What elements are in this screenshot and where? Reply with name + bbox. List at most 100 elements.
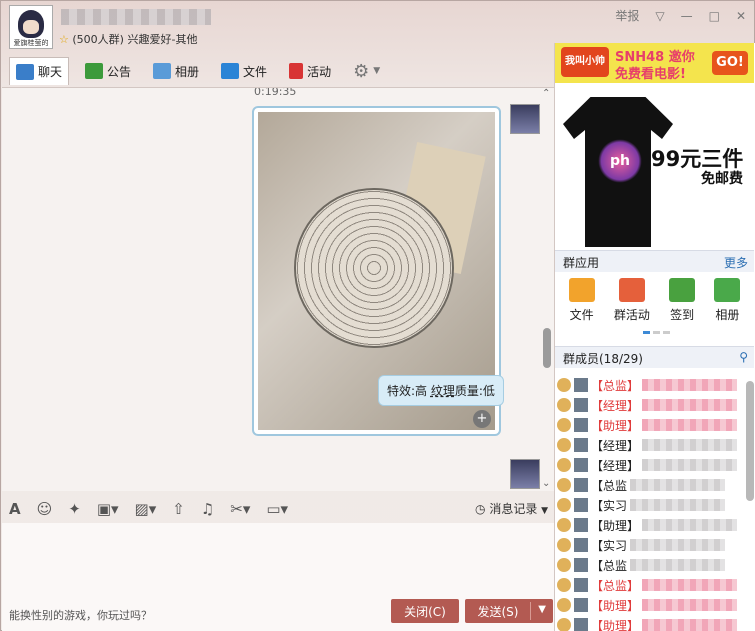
send-button[interactable]: 发送(S) ▼ bbox=[465, 599, 553, 623]
group-category[interactable]: 兴趣爱好-其他 bbox=[127, 33, 197, 46]
user-avatar[interactable] bbox=[510, 104, 540, 134]
maximize-icon[interactable]: □ bbox=[709, 9, 720, 23]
activity-icon bbox=[618, 278, 645, 302]
app-pager[interactable] bbox=[643, 331, 670, 334]
member-row[interactable]: 【总监】 bbox=[555, 575, 745, 595]
movie-ad-banner[interactable]: 我叫小帅 SNH48 邀你 免费看电影! GO! bbox=[555, 43, 754, 83]
member-name bbox=[630, 479, 726, 491]
more-link[interactable]: 更多 bbox=[724, 254, 748, 271]
send-label: 发送(S) bbox=[477, 604, 519, 619]
member-row[interactable]: 【实习 bbox=[555, 535, 745, 555]
input-toolbar: A ☺ ✦ ▣▾ ▨▾ ⇧ ♫ ✂▾ ▭▾ bbox=[9, 497, 288, 521]
chevron-down-icon[interactable]: ▼ bbox=[538, 604, 546, 615]
expand-icon[interactable]: ⌄ bbox=[542, 478, 550, 489]
member-row[interactable]: 【总监 bbox=[555, 555, 745, 575]
member-list[interactable]: 【总监】 【经理】 【助理】 【经理】 【经理】 【总监 【实习 【助理】 【实习 【总监 【总监】… bbox=[555, 375, 745, 631]
tab-album[interactable]: 相册 bbox=[147, 57, 205, 85]
gear-icon: ⚙ bbox=[353, 60, 370, 82]
level-icon bbox=[557, 598, 571, 612]
level-icon bbox=[557, 518, 571, 532]
avatar-caption: 爱旗桂萤的 bbox=[10, 38, 52, 48]
level-icon bbox=[557, 618, 571, 631]
member-name bbox=[642, 519, 738, 531]
settings-menu[interactable]: ⚙ ▼ bbox=[347, 57, 386, 85]
app-activity[interactable]: 群活动 bbox=[614, 278, 650, 323]
member-role: 【助理】 bbox=[591, 518, 640, 533]
member-role: 【实习 bbox=[591, 538, 628, 553]
member-row[interactable]: 【助理】 bbox=[555, 515, 745, 535]
text-message[interactable]: 特效:高 纹理质量:低 bbox=[378, 375, 504, 406]
group-name bbox=[61, 9, 211, 25]
member-row[interactable]: 【实习 bbox=[555, 495, 745, 515]
member-avatar bbox=[574, 378, 588, 392]
app-files[interactable]: 文件 bbox=[568, 278, 595, 323]
tab-chat[interactable]: 聊天 bbox=[9, 57, 70, 85]
group-apps-title: 群应用 bbox=[563, 256, 600, 270]
collapse-icon[interactable]: ⌃ bbox=[542, 88, 550, 99]
message-area[interactable]: 0:19:35 + 特效:高 纹理质量:低 ⌃ ⌄ bbox=[2, 87, 554, 491]
folder-icon bbox=[568, 278, 595, 302]
game-promo-link[interactable]: 能换性别的游戏，你玩过吗？ bbox=[9, 607, 152, 623]
font-icon[interactable]: A bbox=[9, 500, 21, 518]
report-button[interactable]: 举报 bbox=[615, 7, 639, 24]
emoji-icon[interactable]: ☺ bbox=[37, 500, 53, 518]
app-label: 群活动 bbox=[613, 308, 650, 322]
effect-texture: 纹理 bbox=[430, 384, 455, 398]
photo-album-icon bbox=[714, 278, 741, 302]
scissors-icon[interactable]: ✂▾ bbox=[230, 500, 250, 518]
app-album[interactable]: 相册 bbox=[714, 278, 741, 323]
tab-files[interactable]: 文件 bbox=[215, 57, 273, 85]
magic-icon[interactable]: ✦ bbox=[68, 500, 81, 518]
effect-prefix: 特效:高 bbox=[387, 384, 431, 398]
level-icon bbox=[557, 498, 571, 512]
zoom-in-icon[interactable]: + bbox=[473, 410, 491, 428]
member-row[interactable]: 【经理】 bbox=[555, 395, 745, 415]
tab-activity[interactable]: 活动 bbox=[283, 57, 337, 85]
go-button[interactable]: GO! bbox=[712, 51, 748, 75]
member-row[interactable]: 【助理】 bbox=[555, 415, 745, 435]
member-row[interactable]: 【总监 bbox=[555, 475, 745, 495]
member-scrollbar[interactable] bbox=[746, 381, 754, 501]
member-role: 【总监 bbox=[591, 558, 628, 573]
tab-bar: 聊天 公告 相册 文件 活动 ⚙ ▼ bbox=[9, 56, 386, 86]
member-row[interactable]: 【助理】 bbox=[555, 615, 745, 631]
member-name bbox=[630, 499, 726, 511]
video-icon[interactable]: ▭▾ bbox=[266, 500, 288, 518]
minimize-icon[interactable]: — bbox=[681, 9, 693, 23]
user-avatar[interactable] bbox=[510, 459, 540, 489]
member-row[interactable]: 【经理】 bbox=[555, 435, 745, 455]
music-icon[interactable]: ♫ bbox=[201, 500, 214, 518]
history-label: 消息记录 bbox=[489, 502, 538, 516]
chat-scrollbar[interactable] bbox=[543, 328, 551, 368]
app-checkin[interactable]: 签到 bbox=[669, 278, 696, 323]
shirt-print: ph bbox=[598, 139, 642, 183]
right-panel: 我叫小帅 SNH48 邀你 免费看电影! GO! ph 99元三件 免邮费 群应… bbox=[554, 43, 755, 631]
image-icon[interactable]: ▨▾ bbox=[135, 500, 157, 518]
close-icon[interactable]: ✕ bbox=[736, 9, 746, 23]
tab-announcement[interactable]: 公告 bbox=[79, 57, 137, 85]
group-apps-list: 文件 群活动 签到 相册 bbox=[555, 274, 754, 327]
upload-icon[interactable]: ⇧ bbox=[172, 500, 185, 518]
dropdown-icon[interactable]: ▽ bbox=[655, 9, 664, 23]
member-row[interactable]: 【总监】 bbox=[555, 375, 745, 395]
member-name bbox=[642, 399, 738, 411]
member-role: 【总监】 bbox=[591, 378, 640, 393]
member-role: 【经理】 bbox=[591, 398, 640, 413]
group-apps-header: 群应用 更多 bbox=[555, 250, 754, 272]
checkmark-icon bbox=[669, 278, 696, 302]
ad-shipping: 免邮费 bbox=[701, 171, 743, 187]
pager-dot[interactable] bbox=[653, 331, 660, 334]
member-row[interactable]: 【助理】 bbox=[555, 595, 745, 615]
member-row[interactable]: 【经理】 bbox=[555, 455, 745, 475]
message-history-button[interactable]: ◷ 消息记录 ▼ bbox=[475, 500, 548, 517]
member-avatar bbox=[574, 538, 588, 552]
group-avatar[interactable]: 爱旗桂萤的 bbox=[9, 5, 53, 49]
ad-line-2: 免费看电影! bbox=[615, 67, 686, 82]
red-flag-icon bbox=[289, 63, 304, 79]
search-icon[interactable]: ⚲ bbox=[739, 350, 748, 364]
close-button[interactable]: 关闭(C) bbox=[391, 599, 459, 623]
member-name bbox=[642, 579, 738, 591]
pager-dot[interactable] bbox=[643, 331, 650, 334]
gift-icon[interactable]: ▣▾ bbox=[97, 500, 119, 518]
pager-dot[interactable] bbox=[663, 331, 670, 334]
